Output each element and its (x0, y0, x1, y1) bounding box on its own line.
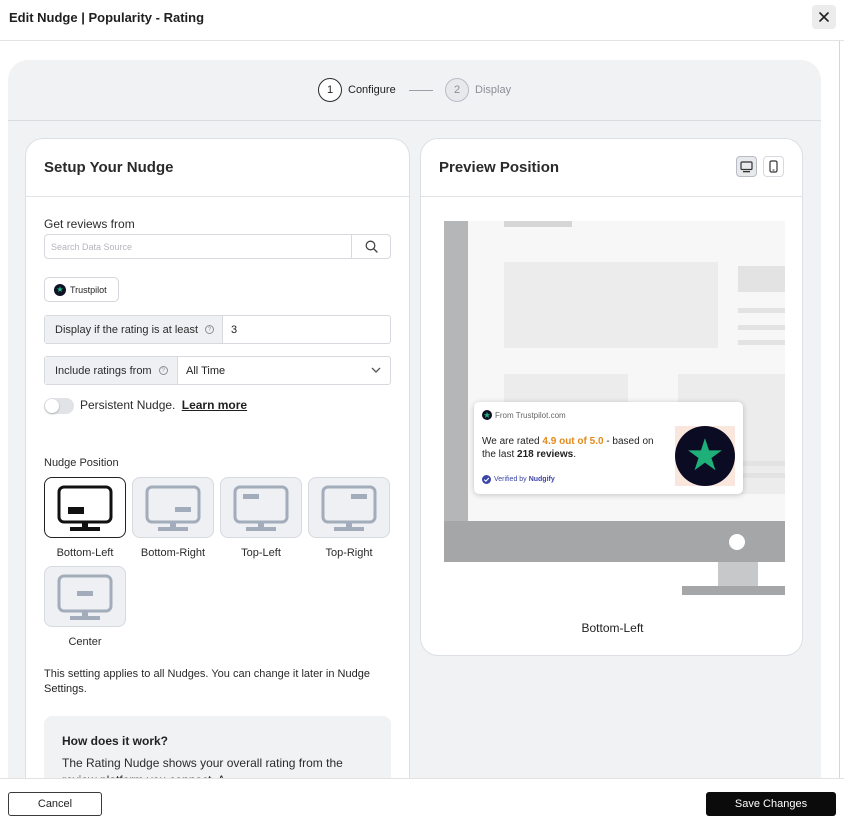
trustpilot-logo-icon (482, 410, 492, 420)
main-canvas: 1 Configure 2 Display Setup Your Nudge G… (8, 60, 821, 824)
monitor-center-icon (57, 574, 113, 620)
save-changes-button[interactable]: Save Changes (706, 792, 836, 816)
monitor-top-left-icon (233, 485, 289, 531)
cancel-button[interactable]: Cancel (8, 792, 102, 816)
step-1-label[interactable]: Configure (348, 84, 396, 96)
preview-card: Preview Position From Trustpilot.com We … (420, 138, 803, 656)
persistent-nudge-label: Persistent Nudge. (80, 398, 176, 412)
source-chip-label: Trustpilot (70, 284, 107, 295)
desktop-view-button[interactable] (736, 156, 757, 177)
preview-title: Preview Position (439, 159, 560, 176)
position-top-right-label: Top-Right (325, 547, 373, 559)
nudge-text-prefix: We are rated (482, 436, 540, 447)
star-icon: ★ (54, 283, 66, 296)
nudge-source: From Trustpilot.com (495, 411, 566, 420)
min-rating-label: Display if the rating is at least (55, 323, 199, 336)
nudge-badge: ★ (675, 426, 735, 486)
star-icon: ★ (675, 426, 735, 486)
toggle-knob (45, 399, 59, 413)
verified-prefix: Verified by (494, 476, 527, 483)
learn-more-link[interactable]: Learn more (182, 398, 247, 412)
modal-header: Edit Nudge | Popularity - Rating (0, 0, 844, 41)
persistent-nudge-text: Persistent Nudge. Learn more (80, 398, 247, 412)
how-it-works-title: How does it work? (62, 734, 169, 748)
modal-footer: Cancel Save Changes (0, 778, 844, 824)
search-input[interactable] (45, 235, 351, 258)
mobile-view-button[interactable] (763, 156, 784, 177)
min-rating-label-box: Display if the rating is at least ? (45, 316, 223, 343)
search-button[interactable] (351, 235, 391, 258)
setup-title: Setup Your Nudge (44, 159, 174, 176)
verified-brand: Nudgify (528, 476, 555, 483)
note-suffix: . (83, 683, 87, 695)
trustpilot-source-chip[interactable]: ★ Trustpilot (44, 277, 119, 302)
nudge-review-count: 218 reviews (517, 449, 574, 460)
include-ratings-label-box: Include ratings from ? (45, 357, 178, 384)
monitor-top-right-icon (321, 485, 377, 531)
position-center[interactable] (44, 566, 126, 627)
mobile-icon (769, 160, 778, 173)
desktop-icon (740, 160, 753, 172)
nudge-rating: 4.9 out of 5.0 (542, 436, 604, 447)
include-ratings-select[interactable]: All Time (186, 357, 391, 384)
note-text: This setting applies to all Nudges. You … (44, 668, 335, 680)
close-icon (819, 12, 829, 22)
include-ratings-label: Include ratings from (55, 364, 152, 377)
position-center-label: Center (68, 636, 102, 648)
question-circle-icon[interactable]: ? (205, 325, 215, 334)
preview-position-caption: Bottom-Left (581, 621, 644, 635)
setup-card: Setup Your Nudge Get reviews from ★ Trus… (25, 138, 410, 824)
position-bottom-left[interactable] (44, 477, 126, 538)
position-top-left[interactable] (220, 477, 302, 538)
preview-card-header: Preview Position (421, 139, 802, 197)
step-connector (409, 90, 433, 91)
chevron-down-icon (371, 367, 381, 373)
min-rating-input[interactable]: 3 (231, 316, 237, 343)
verified-check-icon (482, 475, 491, 484)
data-source-search (44, 234, 391, 259)
close-button[interactable] (812, 5, 836, 29)
nudge-text-end: . (573, 449, 576, 460)
nudge-message: We are rated 4.9 out of 5.0 - based on t… (482, 435, 670, 461)
min-rating-field: Display if the rating is at least ? 3 (44, 315, 391, 344)
include-ratings-value: All Time (186, 364, 226, 377)
step-1-circle[interactable]: 1 (318, 78, 342, 102)
step-2-circle[interactable]: 2 (445, 78, 469, 102)
position-bottom-right[interactable] (132, 477, 214, 538)
setup-card-header: Setup Your Nudge (26, 139, 409, 197)
settings-note: This setting applies to all Nudges. You … (44, 667, 384, 697)
step-2-label[interactable]: Display (475, 84, 511, 96)
reviews-source-label: Get reviews from (44, 217, 135, 231)
nudge-verified: Verified by Nudgify (482, 475, 555, 484)
monitor-bottom-left-icon (57, 485, 113, 531)
position-bottom-left-label: Bottom-Left (56, 547, 114, 559)
include-ratings-field: Include ratings from ? All Time (44, 356, 391, 385)
search-icon (365, 240, 378, 253)
rating-nudge-preview: From Trustpilot.com We are rated 4.9 out… (474, 402, 743, 494)
position-top-left-label: Top-Left (241, 547, 281, 559)
persistent-nudge-toggle[interactable] (44, 398, 74, 414)
position-bottom-right-label: Bottom-Right (140, 547, 206, 559)
nudge-position-label: Nudge Position (44, 457, 119, 469)
position-top-right[interactable] (308, 477, 390, 538)
stepper: 1 Configure 2 Display (8, 60, 821, 121)
modal-title: Edit Nudge | Popularity - Rating (9, 10, 205, 25)
monitor-bottom-right-icon (145, 485, 201, 531)
question-circle-icon[interactable]: ? (158, 366, 168, 375)
scrollbar-track[interactable] (839, 41, 840, 778)
